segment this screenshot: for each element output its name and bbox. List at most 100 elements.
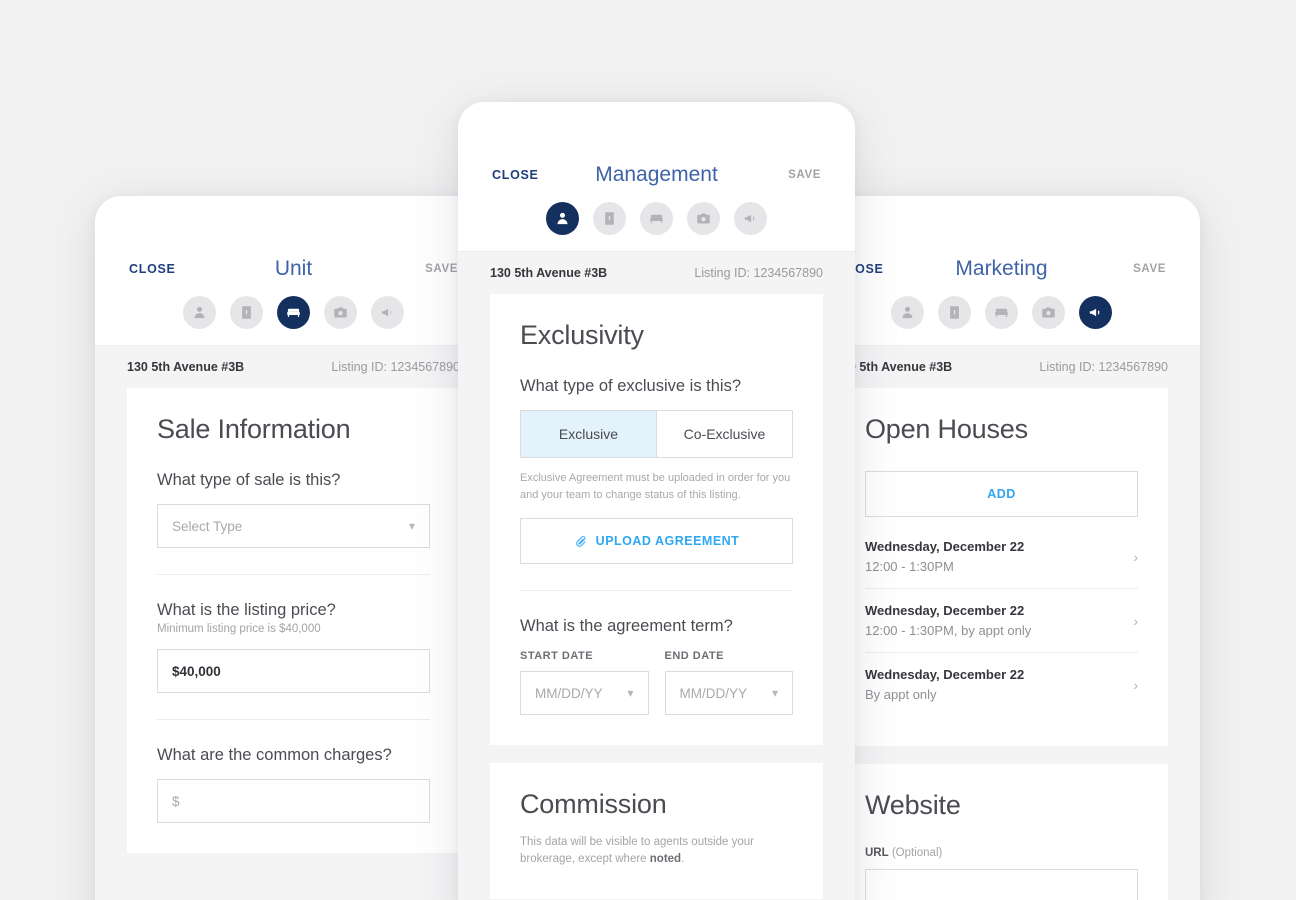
agreement-term-dates: START DATE MM/DD/YY ▾ END DATE MM/DD/YY … [520, 650, 793, 716]
tab-building[interactable] [593, 202, 626, 235]
person-icon [902, 306, 913, 319]
open-house-time: 12:00 - 1:30PM, by appt only [865, 623, 1032, 638]
listing-id: Listing ID: 1234567890 [694, 266, 823, 280]
listing-id: Listing ID: 1234567890 [1039, 360, 1168, 374]
save-button[interactable]: SAVE [425, 263, 458, 275]
tab-management[interactable] [891, 296, 924, 329]
common-charges-input[interactable]: $ [157, 779, 430, 823]
unit-screen-card: CLOSE Unit SAVE 130 5th Avenue #3B Listi… [95, 196, 492, 900]
chevron-right-icon: › [1133, 676, 1138, 693]
person-icon [557, 212, 568, 225]
open-house-row[interactable]: Wednesday, December 22 12:00 - 1:30PM › [865, 525, 1138, 589]
open-house-date: Wednesday, December 22 [865, 539, 1025, 554]
marketing-screen-card: CLOSE Marketing SAVE 130 5th Avenue #3B [803, 196, 1200, 900]
exclusive-type-question: What type of exclusive is this? [520, 377, 742, 395]
upload-label: UPLOAD AGREEMENT [595, 534, 740, 549]
section-heading: Sale Information [157, 414, 351, 444]
megaphone-icon [381, 308, 392, 317]
listing-address: 130 5th Avenue #3B [127, 360, 245, 374]
agreement-note: Exclusive Agreement must be uploaded in … [520, 472, 791, 502]
close-button[interactable]: CLOSE [129, 262, 176, 276]
divider [520, 590, 793, 592]
common-charges-placeholder: $ [172, 793, 180, 809]
tab-bar [803, 292, 1200, 345]
url-input[interactable] [865, 869, 1138, 900]
megaphone-icon [744, 214, 755, 223]
save-button[interactable]: SAVE [788, 169, 821, 181]
start-date-value: MM/DD/YY [535, 685, 603, 701]
section-heading: Open Houses [865, 414, 1028, 444]
listing-price-value: $40,000 [172, 663, 221, 679]
chevron-down-icon: ▾ [408, 519, 415, 533]
open-house-row[interactable]: Wednesday, December 22 By appt only › [865, 653, 1138, 716]
section-heading: Website [865, 790, 961, 820]
sale-type-select[interactable]: Select Type ▾ [157, 504, 430, 548]
website-section: Website URL (Optional) [835, 764, 1168, 900]
listing-price-question: What is the listing price? [157, 601, 336, 619]
end-date-label: END DATE [664, 650, 724, 663]
bed-icon [650, 214, 663, 223]
tab-media[interactable] [1032, 296, 1065, 329]
chevron-right-icon: › [1133, 612, 1138, 629]
url-label: URL (Optional) [865, 847, 1138, 859]
tab-marketing[interactable] [371, 296, 404, 329]
tab-marketing[interactable] [734, 202, 767, 235]
open-house-time: By appt only [865, 687, 937, 702]
add-label: ADD [987, 487, 1016, 501]
listing-bar: 130 5th Avenue #3B Listing ID: 123456789… [95, 345, 492, 388]
tab-media[interactable] [687, 202, 720, 235]
sale-information-section: Sale Information What type of sale is th… [127, 388, 460, 853]
commission-note: This data will be visible to agents outs… [520, 834, 793, 869]
megaphone-icon [1089, 308, 1100, 317]
marketing-header: CLOSE Marketing SAVE [803, 246, 1200, 292]
camera-icon [697, 213, 710, 224]
tab-marketing[interactable] [1079, 296, 1112, 329]
open-houses-section: Open Houses ADD Wednesday, December 22 1… [835, 388, 1168, 746]
open-house-row[interactable]: Wednesday, December 22 12:00 - 1:30PM, b… [865, 589, 1138, 653]
commission-note-bold: noted [649, 853, 682, 866]
tab-unit[interactable] [985, 296, 1018, 329]
person-icon [194, 306, 205, 319]
save-button[interactable]: SAVE [1133, 263, 1166, 275]
tab-unit[interactable] [640, 202, 673, 235]
tab-unit[interactable] [277, 296, 310, 329]
commission-note-prefix: This data will be visible to agents outs… [520, 836, 754, 866]
upload-agreement-button[interactable]: UPLOAD AGREEMENT [520, 518, 793, 565]
tab-management[interactable] [546, 202, 579, 235]
camera-icon [1042, 307, 1055, 318]
camera-icon [334, 307, 347, 318]
unit-body: Sale Information What type of sale is th… [95, 388, 492, 900]
exclusive-type-toggle: Exclusive Co-Exclusive [520, 410, 793, 458]
close-button[interactable]: CLOSE [492, 168, 539, 182]
tab-management[interactable] [183, 296, 216, 329]
commission-note-suffix: . [681, 853, 685, 866]
start-date-input[interactable]: MM/DD/YY ▾ [520, 671, 649, 716]
tab-bar [95, 292, 492, 345]
commission-section: Commission This data will be visible to … [490, 763, 823, 899]
tab-bar [458, 198, 855, 251]
listing-bar: 130 5th Avenue #3B Listing ID: 123456789… [803, 345, 1200, 388]
url-label-bold: URL [865, 847, 889, 859]
listing-bar: 130 5th Avenue #3B Listing ID: 123456789… [458, 251, 855, 294]
building-icon [242, 306, 251, 319]
tab-building[interactable] [230, 296, 263, 329]
sale-type-question: What type of sale is this? [157, 471, 341, 489]
common-charges-question: What are the common charges? [157, 746, 392, 764]
end-date-input[interactable]: MM/DD/YY ▾ [664, 671, 793, 716]
management-screen-card: CLOSE Management SAVE 130 5th Avenue #3B [458, 102, 855, 900]
building-icon [950, 306, 959, 319]
tab-media[interactable] [324, 296, 357, 329]
section-heading: Exclusivity [520, 320, 644, 350]
option-exclusive[interactable]: Exclusive [521, 411, 657, 457]
url-label-rest: (Optional) [888, 847, 943, 859]
bed-icon [995, 308, 1008, 317]
bed-icon [287, 308, 300, 317]
unit-header: CLOSE Unit SAVE [95, 246, 492, 292]
open-house-date: Wednesday, December 22 [865, 603, 1025, 618]
chevron-right-icon: › [1133, 548, 1138, 565]
add-open-house-button[interactable]: ADD [865, 471, 1138, 517]
listing-price-input[interactable]: $40,000 [157, 649, 430, 693]
option-co-exclusive[interactable]: Co-Exclusive [657, 411, 792, 457]
tab-building[interactable] [938, 296, 971, 329]
divider [157, 574, 430, 575]
